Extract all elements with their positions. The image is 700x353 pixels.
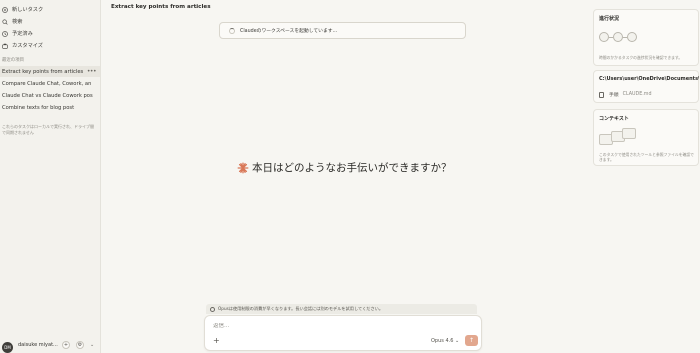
progress-panel: 進行状況 時間のかかるタスクの進捗状況を確認できます。 [593,9,699,66]
task-label: Compare Claude Chat, Cowork, an [2,80,92,87]
file-row[interactable]: 手順 CLAUDE.md [599,91,652,98]
context-panel: コンテキスト このタスクで使用されたツールと参照ファイルを確認できます。 [593,109,699,166]
header: Extract key points from articles ⌄ [101,0,593,16]
customize-label: カスタマイズ [12,43,43,49]
file-placeholder-icon [622,128,636,139]
send-button[interactable]: ↑ [465,335,478,346]
context-note: このタスクで使用されたツールと参照ファイルを確認できます。 [599,152,694,162]
task-label: Claude Chat vs Claude Cowork pos [2,92,93,99]
briefcase-icon [2,43,8,49]
user-name[interactable]: daisuke miyat... [18,342,58,348]
plus-circle-icon [2,6,8,13]
search-button[interactable]: 検索 [0,16,22,27]
claude-spark-icon [237,162,249,173]
greeting-text: 本日はどのようなお手伝いができますか？ [252,162,452,174]
scheduled-label: 予定済み [12,31,33,37]
clock-icon [2,30,8,37]
notice-text: Opusは使用制限の消費が早くなります。長い会話には別のモデルを試用してください… [218,306,384,311]
more-options-icon[interactable]: ••• [87,66,97,77]
greeting: 本日はどのようなお手伝いができますか？ [237,160,452,175]
task-label: Combine texts for blog post [2,104,75,111]
task-label: Extract key points from articles [2,68,84,75]
recent-section-label: 最近の項目 [2,58,24,63]
step-icon [599,32,609,42]
avatar[interactable]: DM [2,342,13,353]
progress-title: 進行状況 [599,16,620,22]
file-name: CLAUDE.md [622,92,652,97]
new-task-label: 新しいタスク [12,7,44,13]
task-item-active[interactable]: Extract key points from articles ••• [0,66,100,77]
new-task-button[interactable]: 新しいタスク [0,4,43,15]
search-icon [2,18,8,25]
user-bar: DM daisuke miyat... + ⚙ ⌄ [0,339,101,353]
step-icon [613,32,623,42]
settings-icon[interactable]: ⚙ [76,341,84,349]
file-label: 手順 [609,93,619,98]
sidebar: 新しいタスク 検索 予定済み カスタマイズ 最近の項目 Extract key … [0,0,101,353]
reply-input[interactable] [213,323,413,329]
spinner-icon [229,27,235,34]
folder-path[interactable]: C:\Users\user\OneDrive\Documents\cow [599,76,699,82]
sidebar-note: これらのタスクはローカルで実行され、ドライブ間で同期されません [2,124,95,135]
customize-button[interactable]: カスタマイズ [0,40,43,51]
status-banner: Claudeのワークスペースを起動しています... [219,22,466,39]
chevron-down-icon[interactable]: ⌄ [194,4,198,10]
search-label: 検索 [12,19,23,25]
task-item[interactable]: Combine texts for blog post [0,102,100,113]
task-item[interactable]: Claude Chat vs Claude Cowork pos [0,90,100,101]
progress-note: 時間のかかるタスクの進捗状況を確認できます。 [599,55,683,60]
info-icon [210,306,215,312]
usage-notice: Opusは使用制限の消費が早くなります。長い会話には別のモデルを試用してください… [206,304,477,314]
add-attachment-button[interactable]: + [213,337,220,345]
folder-panel: C:\Users\user\OneDrive\Documents\cow 手順 … [593,70,699,103]
context-title: コンテキスト [599,116,629,122]
step-icon [627,32,637,42]
status-text: Claudeのワークスペースを起動しています... [240,29,338,34]
model-selector[interactable]: Opus 4.6 ⌄ [431,338,459,344]
composer: + Opus 4.6 ⌄ ↑ [204,315,482,351]
file-icon [599,91,604,98]
chevron-down-icon[interactable]: ⌄ [90,342,94,348]
task-item[interactable]: Compare Claude Chat, Cowork, an [0,78,100,89]
scheduled-button[interactable]: 予定済み [0,28,33,39]
add-icon[interactable]: + [62,341,70,349]
